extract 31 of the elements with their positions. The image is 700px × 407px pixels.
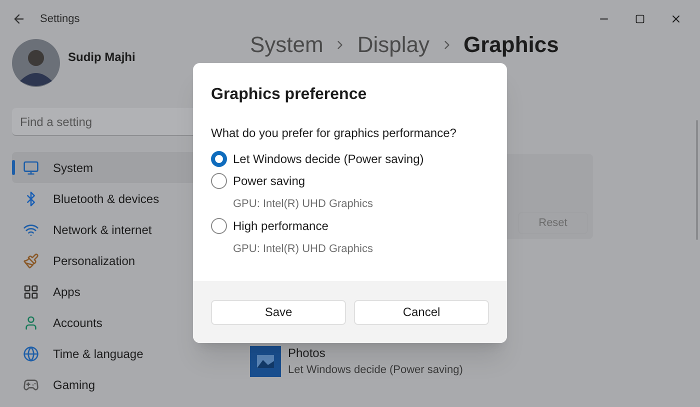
paintbrush-icon [23,252,39,268]
radio-option[interactable]: High performance [211,216,489,234]
app-name: Photos [288,345,326,362]
wifi-icon [23,222,39,238]
breadcrumb-item[interactable]: Display [357,32,430,58]
user-name: Sudip Majhi [68,49,136,66]
back-icon[interactable] [12,12,26,26]
radio-button[interactable] [211,218,227,234]
gpu-detail: GPU: Intel(R) UHD Graphics [233,197,374,212]
monitor-icon [23,160,39,176]
breadcrumb-item: Graphics [464,32,559,58]
apps-icon [23,284,39,300]
gpu-detail: GPU: Intel(R) UHD Graphics [233,242,374,256]
cancel-button[interactable]: Cancel [354,300,489,324]
close-icon[interactable] [670,13,682,25]
selection-indicator [12,160,15,175]
radio-button[interactable] [211,173,227,189]
nav-item[interactable]: Gaming [12,369,242,400]
save-button[interactable]: Save [211,300,346,324]
window-title: Settings [40,12,80,27]
globe-icon [23,346,39,362]
radio-button[interactable] [211,151,227,167]
app-preference: Let Windows decide (Power saving) [288,363,463,378]
dialog-title: Graphics preference [211,85,368,105]
person-icon [23,314,39,330]
avatar [12,39,60,87]
breadcrumb-item[interactable]: System [250,32,324,58]
photos-icon [250,346,281,377]
gamepad-icon [23,376,39,392]
nav-item[interactable]: Time & language [12,338,242,369]
maximize-icon[interactable] [635,14,645,24]
